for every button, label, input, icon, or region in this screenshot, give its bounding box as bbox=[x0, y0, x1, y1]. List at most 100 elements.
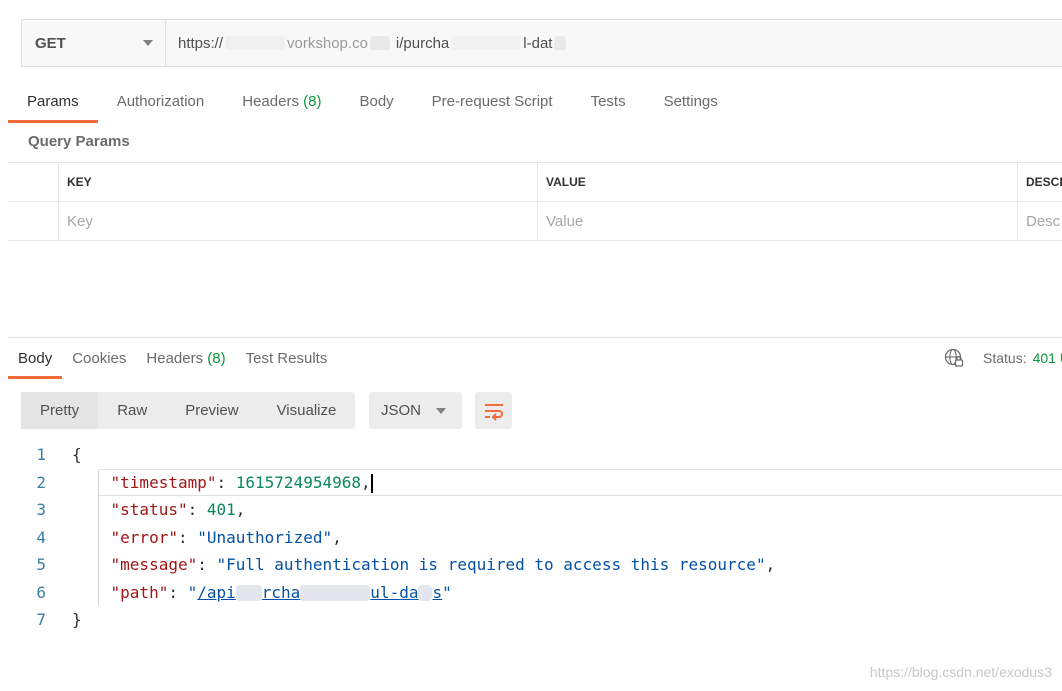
code-text: "error": "Unauthorized", bbox=[110, 527, 342, 547]
param-description-input[interactable]: Desc bbox=[1018, 202, 1062, 240]
redacted-region bbox=[451, 36, 522, 50]
tab-count-badge: (8) bbox=[303, 93, 322, 110]
code-text: "path": "/api rcha ul-da s" bbox=[110, 582, 452, 602]
tab-params[interactable]: Params bbox=[8, 84, 98, 123]
code-line: 7 } bbox=[8, 606, 1062, 634]
code-text: { bbox=[72, 445, 82, 464]
code-text: "message": "Full authentication is requi… bbox=[110, 555, 776, 574]
json-key: "error" bbox=[110, 527, 178, 547]
status-label: Status: bbox=[983, 350, 1027, 366]
code-line: 4 "error": "Unauthorized", bbox=[8, 524, 1062, 552]
tab-count-badge: (8) bbox=[207, 350, 226, 367]
watermark: https://blog.csdn.net/exodus3 bbox=[869, 664, 1052, 680]
params-table: KEY VALUE DESCR Key Value Desc bbox=[8, 162, 1062, 241]
checkbox-column-header bbox=[8, 163, 59, 201]
tab-label: Body bbox=[359, 93, 394, 110]
redacted-region bbox=[225, 36, 286, 50]
line-number: 5 bbox=[36, 555, 46, 574]
url-input[interactable]: https:// vorkshop.co i/purcha l-dat bbox=[166, 20, 1062, 66]
request-tabs: Params Authorization Headers (8) Body Pr… bbox=[8, 84, 737, 123]
code-text: "timestamp": 1615724954968, bbox=[110, 472, 373, 493]
globe-lock-icon[interactable] bbox=[944, 348, 964, 368]
column-header-description: DESCR bbox=[1026, 175, 1062, 189]
wrap-lines-button[interactable] bbox=[475, 392, 512, 429]
column-header-key: KEY bbox=[59, 163, 538, 201]
language-select-value: JSON bbox=[381, 402, 422, 419]
language-select[interactable]: JSON bbox=[369, 392, 462, 429]
table-header-row: KEY VALUE DESCR bbox=[8, 163, 1062, 202]
table-row: Key Value Desc bbox=[8, 202, 1062, 241]
json-number: 1615724954968 bbox=[235, 472, 361, 492]
code-text: "status": 401, bbox=[110, 500, 246, 519]
redacted-region bbox=[300, 585, 371, 601]
url-host: vorkshop.co bbox=[287, 34, 368, 52]
text-cursor bbox=[370, 473, 373, 493]
tab-label: Params bbox=[27, 93, 79, 110]
request-bar: GET https:// vorkshop.co i/purcha l-dat bbox=[21, 19, 1062, 67]
tab-authorization[interactable]: Authorization bbox=[98, 84, 224, 120]
response-body-viewer[interactable]: 1 { 2 "timestamp": 1615724954968, 3 "sta… bbox=[8, 441, 1062, 634]
tab-headers[interactable]: Headers (8) bbox=[223, 84, 340, 120]
tab-test-results[interactable]: Test Results bbox=[236, 342, 338, 376]
format-tabs: Pretty Raw Preview Visualize bbox=[21, 392, 356, 429]
response-tabs: Body Cookies Headers (8) Test Results bbox=[8, 342, 338, 379]
json-string: "Unauthorized" bbox=[197, 527, 333, 547]
code-line: 1 { bbox=[8, 441, 1062, 469]
line-number: 4 bbox=[36, 527, 46, 547]
json-key: "message" bbox=[110, 555, 198, 574]
tab-label: Headers bbox=[242, 93, 299, 110]
status-code: 401 U bbox=[1032, 350, 1062, 366]
line-number: 7 bbox=[36, 610, 46, 629]
redacted-region bbox=[369, 36, 390, 50]
code-line: 5 "message": "Full authentication is req… bbox=[8, 551, 1062, 579]
path-segment: s bbox=[432, 582, 443, 602]
url-scheme: https:// bbox=[178, 34, 224, 52]
response-status: Status: 401 U bbox=[944, 348, 1062, 368]
path-segment: rcha bbox=[261, 582, 301, 602]
json-key: "path" bbox=[110, 582, 169, 602]
path-link[interactable]: /api rcha ul-da s bbox=[197, 583, 442, 602]
json-key: "status" bbox=[110, 500, 188, 519]
line-number: 6 bbox=[36, 582, 46, 602]
param-value-input[interactable]: Value bbox=[538, 202, 1018, 240]
tab-tests[interactable]: Tests bbox=[572, 84, 645, 120]
format-pretty-button[interactable]: Pretty bbox=[21, 392, 99, 429]
tab-response-headers[interactable]: Headers (8) bbox=[136, 342, 235, 376]
path-segment: /api bbox=[197, 582, 236, 602]
format-preview-button[interactable]: Preview bbox=[166, 392, 257, 429]
line-number: 1 bbox=[36, 445, 46, 464]
tab-label: Settings bbox=[663, 93, 718, 110]
code-line: 6 "path": "/api rcha ul-da s" bbox=[8, 579, 1062, 607]
line-number: 2 bbox=[36, 472, 46, 492]
tab-label: Cookies bbox=[72, 350, 127, 367]
window-edge bbox=[0, 0, 7, 691]
path-segment: ul-da bbox=[370, 582, 419, 602]
tab-label: Headers bbox=[146, 350, 204, 367]
method-select[interactable]: GET bbox=[22, 20, 166, 66]
redacted-region bbox=[554, 36, 567, 50]
url-path: i/purcha bbox=[395, 34, 450, 52]
tab-response-body[interactable]: Body bbox=[8, 342, 63, 379]
url-path-end: l-dat bbox=[523, 34, 553, 52]
tab-settings[interactable]: Settings bbox=[645, 84, 737, 120]
tab-label: Tests bbox=[590, 93, 626, 110]
param-key-input[interactable]: Key bbox=[59, 202, 538, 240]
tab-label: Pre-request Script bbox=[431, 93, 553, 110]
json-number: 401 bbox=[206, 500, 236, 519]
tab-label: Body bbox=[18, 350, 53, 367]
chevron-down-icon bbox=[436, 407, 446, 414]
tab-cookies[interactable]: Cookies bbox=[62, 342, 136, 376]
tab-body[interactable]: Body bbox=[340, 84, 412, 120]
column-header-value: VALUE bbox=[538, 163, 1018, 201]
line-number: 3 bbox=[36, 500, 46, 519]
tab-pre-request-script[interactable]: Pre-request Script bbox=[413, 84, 572, 120]
format-raw-button[interactable]: Raw bbox=[98, 392, 166, 429]
pane-divider[interactable] bbox=[8, 337, 1062, 338]
json-string: "Full authentication is required to acce… bbox=[216, 555, 766, 574]
redacted-region bbox=[418, 585, 433, 601]
query-params-title: Query Params bbox=[28, 133, 130, 150]
format-visualize-button[interactable]: Visualize bbox=[258, 392, 356, 429]
tab-label: Test Results bbox=[245, 350, 328, 367]
code-line: 3 "status": 401, bbox=[8, 496, 1062, 524]
code-line: 2 "timestamp": 1615724954968, bbox=[8, 469, 1062, 497]
